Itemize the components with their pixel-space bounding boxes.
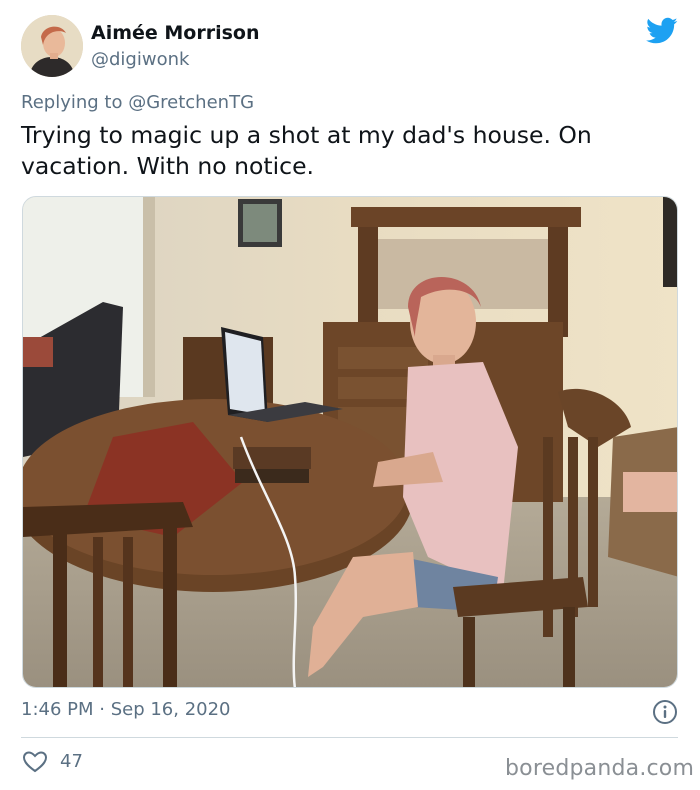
reply-to-handle-link[interactable]: @GretchenTG — [128, 92, 254, 113]
tweet-timestamp[interactable]: 1:46 PM · Sep 16, 2020 — [21, 699, 231, 720]
twitter-bird-icon[interactable] — [646, 16, 678, 46]
photo-illustration — [23, 197, 677, 687]
replying-to-prefix: Replying to — [21, 92, 129, 113]
author-handle[interactable]: @digiwonk — [91, 49, 189, 70]
avatar[interactable] — [21, 15, 83, 77]
like-count: 47 — [60, 751, 83, 772]
divider — [21, 737, 678, 738]
avatar-image — [21, 15, 83, 77]
replying-to: Replying to @GretchenTG — [21, 92, 254, 113]
heart-icon[interactable] — [22, 750, 48, 774]
info-icon[interactable] — [652, 699, 678, 725]
tweet-photo[interactable] — [22, 196, 678, 688]
tweet-text: Trying to magic up a shot at my dad's ho… — [21, 121, 592, 180]
watermark: boredpanda.com — [505, 756, 695, 781]
author-name[interactable]: Aimée Morrison — [91, 22, 260, 44]
